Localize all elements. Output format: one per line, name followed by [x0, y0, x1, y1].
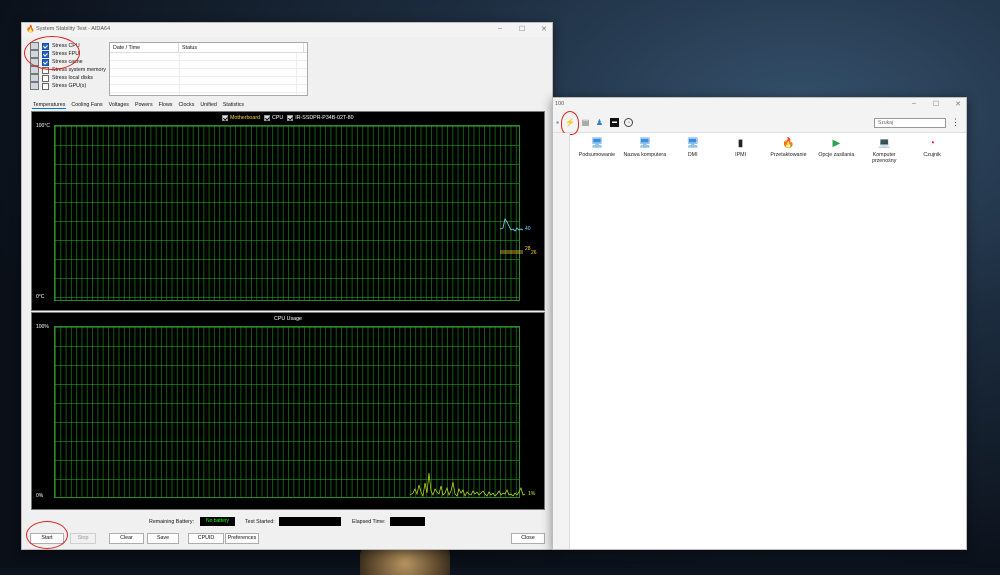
tab-voltages[interactable]: Voltages — [108, 102, 130, 109]
category-overclock[interactable]: 🔥 Przetaktowanie — [765, 138, 813, 164]
maximize-button[interactable]: ☐ — [518, 25, 526, 33]
column-divider — [179, 53, 180, 95]
category-label: Podsumowanie — [578, 152, 616, 158]
category-summary[interactable]: 🖥 Podsumowanie — [573, 138, 621, 164]
date-time-column-header[interactable]: Date / Time — [110, 43, 179, 52]
tab-statistics[interactable]: Statistics — [222, 102, 245, 109]
cpu-temp-trace — [499, 217, 524, 232]
report-icon[interactable]: ▤ — [581, 118, 590, 127]
tab-clocks[interactable]: Clocks — [177, 102, 195, 109]
memory-benchmark-icon[interactable]: ▬ — [610, 118, 619, 127]
navigation-pane[interactable] — [553, 133, 570, 549]
close-window-button[interactable]: ✕ — [540, 25, 548, 33]
remaining-battery-label: Remaining Battery: — [149, 519, 195, 525]
elapsed-time-value — [390, 517, 425, 526]
window-title-fragment: 100 — [555, 101, 565, 107]
gauge-icon: ◔ — [929, 138, 936, 149]
stress-disks-checkbox[interactable] — [42, 74, 49, 82]
category-label: Czujnik — [923, 152, 941, 158]
category-label: Przetaktowanie — [770, 152, 807, 158]
computer-icon: 🖥 — [590, 138, 604, 149]
aida64-main-window: 100 – ☐ ✕ ▪ ⚡ ▤ ♟ ▬ ◔ Szukaj ⋮ 🖥 Podsumo… — [552, 97, 967, 550]
gauge-icon[interactable]: ◔ — [624, 118, 633, 127]
status-row: Remaining Battery: No battery Test Start… — [22, 517, 552, 527]
elapsed-time-label: Elapsed Time: — [352, 519, 386, 525]
power-icon: ▶ — [832, 138, 841, 149]
temperature-graph: Motherboard CPU IR-SSDPR-P34B-02T-80 100… — [31, 111, 545, 311]
maximize-button[interactable]: ☐ — [932, 100, 940, 108]
window-title: System Stability Test - AIDA64 — [36, 26, 111, 32]
log-rows — [110, 53, 307, 95]
temperature-traces — [499, 217, 524, 254]
category-icon-grid: 🖥 Podsumowanie 🖥 Nazwa komputera 🖥 DMI ▮… — [573, 138, 956, 164]
remaining-battery-value: No battery — [200, 517, 235, 526]
test-started-value — [279, 517, 341, 526]
category-label: DMI — [687, 152, 698, 158]
minimize-button[interactable]: – — [910, 100, 918, 108]
preferences-button[interactable]: Preferences — [225, 533, 259, 544]
close-button[interactable]: Close — [511, 533, 545, 544]
stress-gpu-label: Stress GPU(s) — [52, 83, 87, 89]
status-column-header[interactable]: Status — [179, 43, 304, 52]
annotation-mark-toolbar — [561, 111, 579, 135]
clear-button[interactable]: Clear — [109, 533, 144, 544]
tab-unified[interactable]: Unified — [199, 102, 218, 109]
category-label: Komputer przenośny — [871, 152, 897, 164]
gpu-icon — [30, 82, 39, 90]
cpu-usage-traces — [409, 472, 526, 498]
computer-icon: 🖥 — [686, 138, 700, 149]
column-divider — [296, 53, 297, 95]
flame-icon: 🔥 — [782, 138, 795, 149]
save-button[interactable]: Save — [147, 533, 179, 544]
tab-temperatures[interactable]: Temperatures — [32, 102, 67, 109]
category-sensor[interactable]: ◔ Czujnik — [908, 138, 956, 164]
stop-button[interactable]: Stop — [70, 533, 96, 544]
tab-powers[interactable]: Powers — [134, 102, 154, 109]
title-bar[interactable]: 100 – ☐ ✕ — [553, 98, 966, 112]
category-label: IPMI — [735, 152, 746, 158]
stress-gpu-checkbox[interactable] — [42, 82, 49, 90]
close-window-button[interactable]: ✕ — [954, 100, 962, 108]
status-log-table[interactable]: Date / Time Status — [109, 42, 308, 96]
cpu-usage-value: 1% — [528, 491, 536, 497]
category-label: Nazwa komputera — [623, 152, 667, 158]
ssd-temp-value: 26 — [531, 250, 537, 256]
annotation-circle-start — [26, 521, 68, 549]
toolbar: ▪ ⚡ ▤ ♟ ▬ ◔ Szukaj ⋮ — [553, 112, 966, 133]
graph-tabs: Temperatures Cooling Fans Voltages Power… — [32, 102, 245, 109]
cpu-usage-graph: CPU Usage 100% 0% 1% — [31, 312, 545, 510]
motherboard-temp-value: 28 — [525, 246, 531, 252]
stress-gpu-option[interactable]: Stress GPU(s) — [30, 82, 106, 90]
tab-cooling-fans[interactable]: Cooling Fans — [70, 102, 103, 109]
more-options-icon[interactable]: ⋮ — [951, 117, 960, 128]
category-label: Opcje zasilania — [818, 152, 855, 158]
category-portable-computer[interactable]: 💻 Komputer przenośny — [860, 138, 908, 164]
category-power-options[interactable]: ▶ Opcje zasilania — [812, 138, 860, 164]
disk-icon — [30, 74, 39, 82]
test-started-label: Test Started: — [245, 519, 275, 525]
title-bar[interactable]: 🔥 System Stability Test - AIDA64 – ☐ ✕ — [22, 23, 552, 37]
tab-flows[interactable]: Flows — [158, 102, 174, 109]
flame-app-icon: 🔥 — [26, 26, 35, 33]
category-ipmi[interactable]: ▮ IPMI — [717, 138, 765, 164]
category-computer-name[interactable]: 🖥 Nazwa komputera — [621, 138, 669, 164]
stress-disks-option[interactable]: Stress local disks — [30, 74, 106, 82]
network-icon[interactable]: ♟ — [595, 118, 604, 127]
cpu-temp-value: 40 — [525, 226, 531, 232]
stability-test-window: 🔥 System Stability Test - AIDA64 – ☐ ✕ S… — [21, 22, 553, 550]
server-icon: ▮ — [737, 138, 744, 149]
computer-icon: 🖥 — [638, 138, 652, 149]
cpuid-button[interactable]: CPUID — [188, 533, 224, 544]
stress-disks-label: Stress local disks — [52, 75, 93, 81]
search-input[interactable]: Szukaj — [874, 118, 946, 128]
minimize-button[interactable]: – — [496, 25, 504, 33]
category-dmi[interactable]: 🖥 DMI — [669, 138, 717, 164]
annotation-circle-stress — [24, 36, 80, 70]
cpu-usage-trace — [409, 472, 526, 498]
laptop-icon: 💻 — [877, 138, 891, 149]
